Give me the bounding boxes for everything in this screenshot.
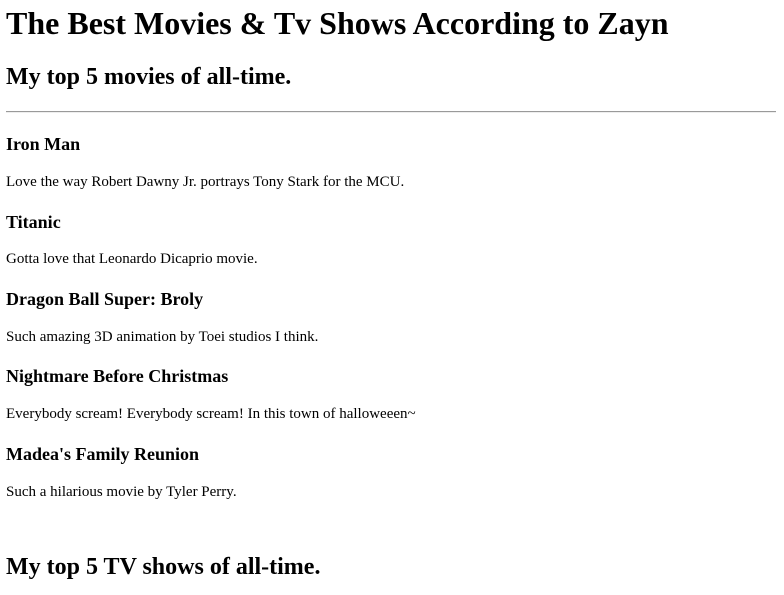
movies-heading: My top 5 movies of all-time. [6, 64, 292, 90]
section-divider [6, 111, 776, 113]
movie-title-iron-man: Iron Man [6, 134, 81, 154]
movie-description-iron-man: Love the way Robert Dawny Jr. portrays T… [6, 174, 405, 190]
page: The Best Movies & Tv Shows According to … [0, 0, 784, 595]
movie-title-madeas-family-reunion: Madea's Family Reunion [6, 444, 200, 464]
movie-description-madeas-family-reunion: Such a hilarious movie by Tyler Perry. [6, 484, 237, 500]
tv-shows-heading: My top 5 TV shows of all-time. [6, 554, 321, 580]
movie-description-dragon-ball-super-broly: Such amazing 3D animation by Toei studio… [6, 329, 319, 345]
movie-description-nightmare-before-christmas: Everybody scream! Everybody scream! In t… [6, 406, 416, 422]
movie-title-titanic: Titanic [6, 212, 61, 232]
movie-title-nightmare-before-christmas: Nightmare Before Christmas [6, 366, 229, 386]
movie-description-titanic: Gotta love that Leonardo Dicaprio movie. [6, 251, 258, 267]
movie-title-dragon-ball-super-broly: Dragon Ball Super: Broly [6, 289, 204, 309]
page-title: The Best Movies & Tv Shows According to … [6, 5, 669, 41]
